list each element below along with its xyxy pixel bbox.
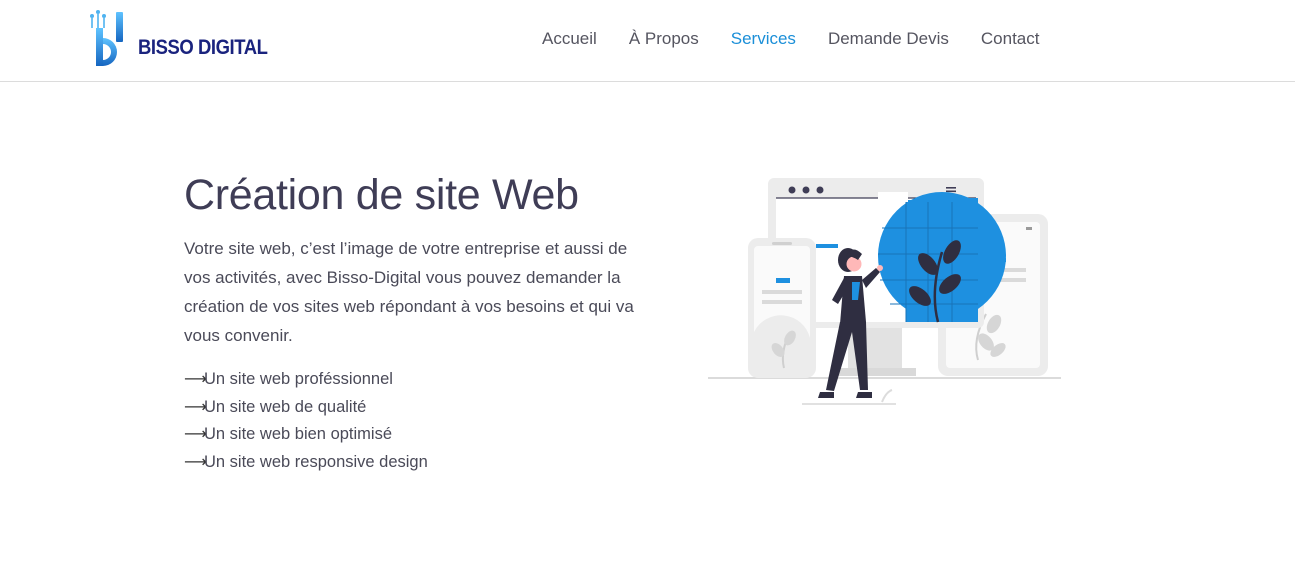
nav-item-accueil[interactable]: Accueil — [542, 29, 597, 49]
feature-text: Un site web de qualité — [204, 397, 367, 416]
service-section: Création de site Web Votre site web, c’e… — [184, 168, 654, 476]
feature-text: Un site web proféssionnel — [204, 370, 393, 388]
nav-item-demande-devis[interactable]: Demande Devis — [828, 29, 949, 49]
web-design-illustration — [708, 178, 1061, 405]
feature-text: Un site web bien optimisé — [204, 425, 393, 443]
arrow-right-icon: ⟶ — [184, 453, 207, 471]
arrow-right-icon: ⟶ — [184, 398, 207, 416]
service-description: Votre site web, c’est l’image de votre e… — [184, 239, 634, 345]
brand-name: BISSO DIGITAL — [138, 36, 268, 59]
brand-logo[interactable]: BISSO DIGITAL — [88, 8, 285, 70]
main-nav: Accueil À Propos Services Demande Devis … — [542, 29, 1071, 49]
feature-item: ⟶ Un site web responsive design — [184, 449, 654, 477]
site-header: BISSO DIGITAL Accueil À Propos Services … — [0, 0, 1295, 82]
feature-text: Un site web responsive design — [204, 452, 428, 471]
nav-item-contact[interactable]: Contact — [981, 29, 1040, 49]
nav-item-a-propos[interactable]: À Propos — [629, 29, 699, 49]
feature-list: ⟶ Un site web proféssionnel ⟶ Un site web … — [184, 366, 654, 476]
feature-item: ⟶ Un site web bien optimisé — [184, 421, 654, 449]
logo-icon — [90, 10, 123, 66]
arrow-right-icon: ⟶ — [184, 426, 207, 443]
feature-item: ⟶ Un site web proféssionnel — [184, 366, 654, 394]
nav-item-services[interactable]: Services — [731, 29, 796, 49]
feature-item: ⟶ Un site web de qualité — [184, 394, 654, 422]
arrow-right-icon: ⟶ — [184, 371, 207, 388]
service-title: Création de site Web — [184, 171, 579, 219]
